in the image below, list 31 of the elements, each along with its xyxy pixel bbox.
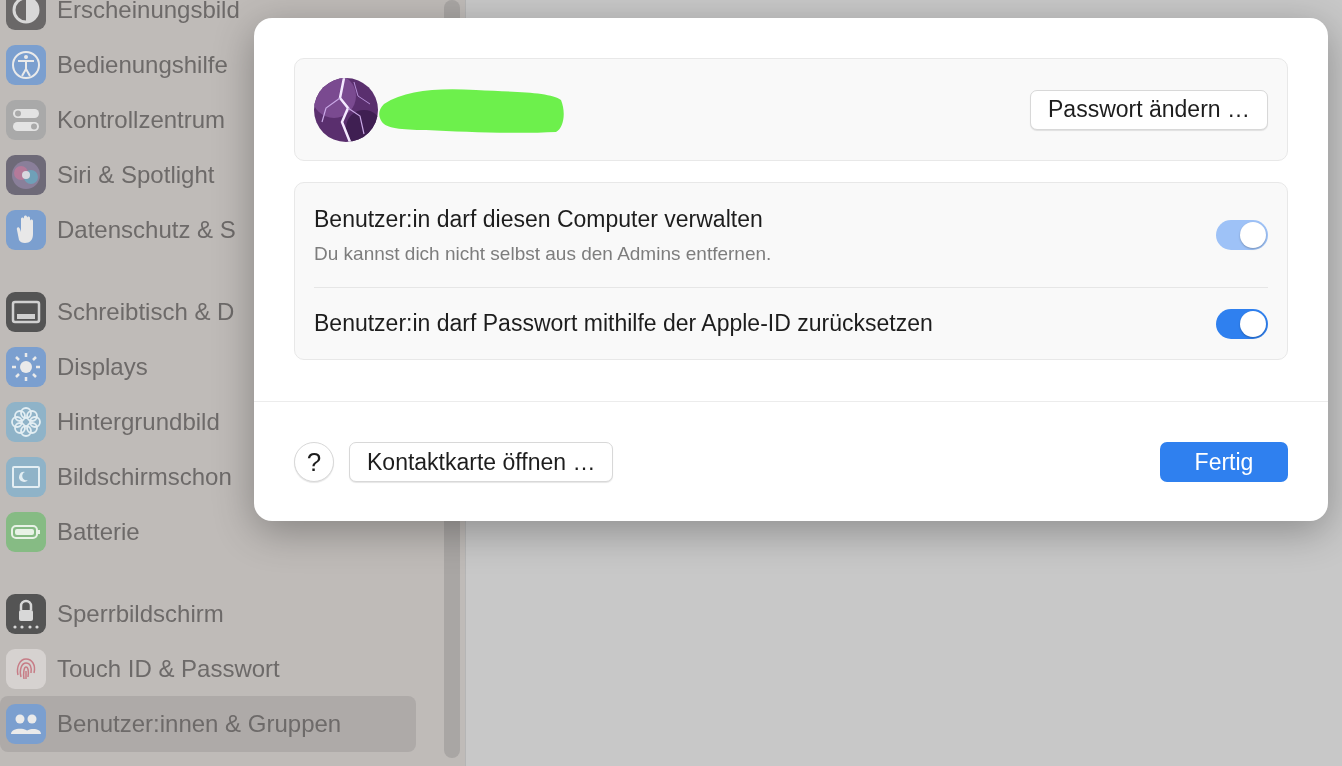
done-button[interactable]: Fertig: [1160, 442, 1288, 482]
option-note: Du kannst dich nicht selbst aus den Admins entfernen.: [314, 242, 773, 266]
help-button[interactable]: ?: [294, 442, 334, 482]
sidebar-item[interactable]: Batterie: [0, 512, 416, 552]
option-label: Benutzer:in darf diesen Computer verwalten: [314, 204, 764, 234]
battery-icon: [6, 512, 46, 552]
toggles-icon: [6, 100, 46, 140]
screensaver-icon: [6, 457, 46, 497]
sidebar-item[interactable]: Sperrbildschirm: [0, 594, 416, 634]
flower-icon: [6, 402, 46, 442]
sidebar-item[interactable]: Displays: [0, 347, 416, 387]
sidebar-item[interactable]: Kontrollzentrum: [0, 100, 416, 140]
toggle-switch[interactable]: [1216, 308, 1268, 339]
sidebar-item[interactable]: Benutzer:innen & Gruppen: [0, 696, 416, 752]
sidebar-item[interactable]: Hintergrundbild: [0, 402, 416, 442]
fingerprint-icon: [6, 649, 46, 689]
lock-icon: [6, 594, 46, 634]
sidebar-item[interactable]: Erscheinungsbild: [0, 0, 416, 30]
sidebar-item[interactable]: Bedienungshilfe: [0, 45, 416, 85]
option-label: Benutzer:in darf Passwort mithilfe der Apple-ID zurücksetzen: [314, 309, 934, 339]
siri-icon: [6, 155, 46, 195]
change-password-button[interactable]: Passwort ändern …: [1030, 89, 1268, 130]
accessibility-icon: [6, 45, 46, 85]
sidebar-item[interactable]: Siri & Spotlight: [0, 155, 416, 195]
sidebar-item[interactable]: Touch ID & Passwort: [0, 649, 416, 689]
sun-icon: [6, 347, 46, 387]
people-icon: [6, 704, 46, 744]
desktop-icon: [6, 292, 46, 332]
hand-icon: [6, 210, 46, 250]
appearance-icon: [6, 0, 46, 30]
open-contact-card-button[interactable]: Kontaktkarte öffnen …: [349, 442, 614, 482]
